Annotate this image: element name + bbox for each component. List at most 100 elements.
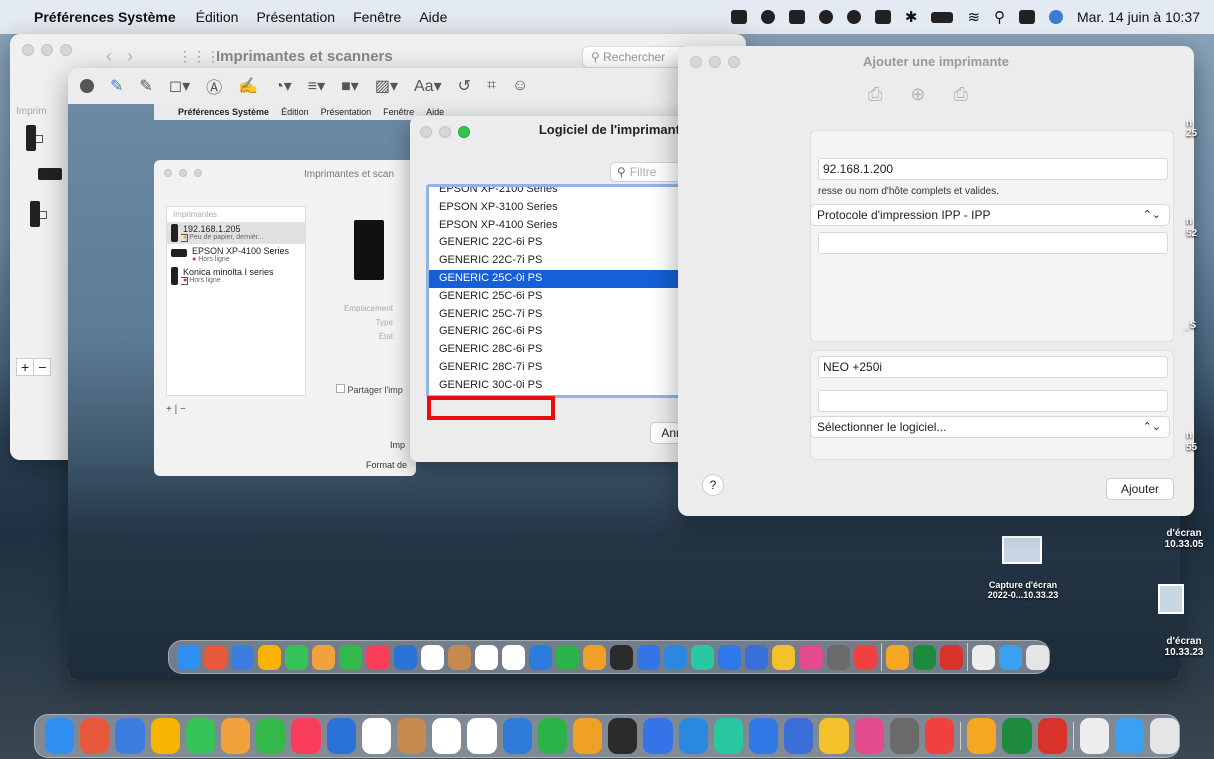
add-button[interactable]: Ajouter [1106, 478, 1174, 500]
dock-app-icon[interactable] [1114, 718, 1144, 754]
dock-app-icon[interactable] [150, 718, 180, 754]
dock-app-icon[interactable] [1079, 718, 1109, 754]
dock-app-icon[interactable] [889, 718, 920, 754]
d-app-icon[interactable] [818, 10, 833, 24]
dock-app-icon[interactable] [939, 644, 963, 670]
dock-app-icon[interactable] [998, 644, 1022, 670]
sidebar-printer-3[interactable] [30, 201, 72, 230]
menu-fenetre[interactable]: Fenêtre [353, 9, 401, 25]
dock-app-icon[interactable] [1037, 718, 1067, 754]
dock-app-icon[interactable] [678, 718, 708, 754]
dock-app-icon[interactable] [713, 718, 744, 754]
grid-icon[interactable]: ⋮⋮⋮ [178, 48, 220, 65]
dock-app-icon[interactable] [185, 718, 216, 754]
dock-app-icon[interactable] [854, 718, 884, 754]
dock-app-icon[interactable] [467, 718, 497, 754]
remove-printer-button[interactable]: − [33, 359, 50, 375]
location-field[interactable] [818, 390, 1168, 412]
dock-app-icon[interactable] [967, 718, 997, 754]
dock-app-icon[interactable] [366, 644, 390, 670]
dock-app-icon[interactable] [582, 644, 606, 670]
draw-icon[interactable]: ✎ [139, 76, 152, 96]
dock-app-icon[interactable] [749, 718, 779, 754]
ip-printer-tab-icon[interactable]: ⊕ [910, 84, 925, 105]
dock-app-icon[interactable] [772, 644, 796, 670]
dock-app-icon[interactable] [925, 718, 955, 754]
rotate-icon[interactable]: ↺ [458, 76, 471, 96]
dock-app-icon[interactable] [256, 718, 286, 754]
dock-app-icon[interactable] [502, 718, 532, 754]
dock-app-icon[interactable] [819, 718, 849, 754]
dock-app-icon[interactable] [971, 644, 995, 670]
sidebar-printer-2[interactable] [38, 168, 72, 183]
dock-app-icon[interactable] [537, 718, 568, 754]
dock-app-icon[interactable] [474, 644, 498, 670]
dock-app-icon[interactable] [1149, 718, 1180, 754]
help-button[interactable]: ? [702, 474, 724, 496]
vpn-icon[interactable] [760, 10, 775, 24]
dock-app-icon[interactable] [312, 644, 336, 670]
zoom-button[interactable] [60, 44, 72, 56]
menu-aide[interactable]: Aide [419, 9, 447, 25]
dock-app-icon[interactable] [608, 718, 638, 754]
sidebar-printer-1[interactable] [26, 125, 72, 154]
dock-app-icon[interactable] [231, 644, 255, 670]
protocol-select[interactable]: Protocole d'impression IPP - IPP ⌃⌄ [810, 204, 1170, 226]
dock-app-icon[interactable] [291, 718, 321, 754]
dock-app-icon[interactable] [361, 718, 392, 754]
wifi-icon[interactable]: ≋ [967, 8, 980, 26]
adjust-color-icon[interactable]: ◔▾ [274, 76, 292, 96]
dock-app-icon[interactable] [573, 718, 603, 754]
use-select[interactable]: Sélectionner le logiciel... ⌃⌄ [810, 416, 1170, 438]
dock-app-icon[interactable] [80, 718, 110, 754]
dock-app-icon[interactable] [204, 644, 228, 670]
dock-app-icon[interactable] [339, 644, 363, 670]
dock-app-icon[interactable] [718, 644, 742, 670]
desktop-file-thumb[interactable] [1158, 584, 1184, 614]
shapes-icon[interactable]: ◻▾ [169, 76, 190, 96]
dock-app-icon[interactable] [1002, 718, 1032, 754]
cloud-icon[interactable] [788, 10, 805, 24]
dock-app-icon[interactable] [285, 644, 309, 670]
spotlight-icon[interactable]: ⚲ [994, 8, 1005, 26]
dock-app-icon[interactable] [637, 644, 661, 670]
menu-presentation[interactable]: Présentation [256, 9, 335, 25]
dock-app-icon[interactable] [1025, 644, 1049, 670]
dock-app-icon[interactable] [393, 644, 417, 670]
fill-color-icon[interactable]: ▨▾ [375, 76, 398, 96]
menu-app-name[interactable]: Préférences Système [34, 9, 176, 25]
clock[interactable]: Mar. 14 juin à 10:37 [1077, 9, 1200, 25]
address-field[interactable]: 92.168.1.200 [818, 158, 1168, 180]
dock-app-icon[interactable] [610, 644, 634, 670]
dock-app-icon[interactable] [432, 718, 462, 754]
dock-app-icon[interactable] [912, 644, 936, 670]
minimize-button[interactable] [41, 44, 53, 56]
dock-app-icon[interactable] [691, 644, 715, 670]
queue-field[interactable] [818, 232, 1168, 254]
app-icon[interactable] [846, 10, 861, 24]
battery-icon[interactable] [931, 11, 954, 23]
dock-app-icon[interactable] [326, 718, 356, 754]
dock-app-icon[interactable] [177, 644, 201, 670]
sketch-icon[interactable]: ✎ [110, 76, 123, 96]
annotate-icon[interactable]: ☺ [512, 77, 528, 95]
dock-app-icon[interactable] [221, 718, 251, 754]
screen-mirror-icon[interactable] [730, 10, 747, 24]
text-style-icon[interactable]: Aa▾ [414, 76, 442, 96]
add-printer-button[interactable]: + [17, 359, 33, 375]
menu-edition[interactable]: Édition [196, 9, 239, 25]
name-field[interactable]: NEO +250i [818, 356, 1168, 378]
default-printer-tab-icon[interactable]: ⎙ [868, 84, 882, 105]
nav-arrows[interactable]: ‹ › [106, 46, 133, 67]
keyboard-icon[interactable] [874, 10, 891, 24]
border-color-icon[interactable]: ■▾ [341, 76, 359, 96]
dock-app-icon[interactable] [45, 718, 75, 754]
windows-printer-tab-icon[interactable]: ⎙ [954, 84, 968, 105]
dock-app-icon[interactable] [555, 644, 579, 670]
shape-style-icon[interactable]: ≡▾ [308, 76, 325, 96]
dock-app-icon[interactable] [528, 644, 552, 670]
dock-app-icon[interactable] [826, 644, 850, 670]
dock-app-icon[interactable] [397, 718, 427, 754]
close-icon[interactable] [80, 79, 94, 93]
crop-icon[interactable]: ⌗ [487, 77, 496, 95]
